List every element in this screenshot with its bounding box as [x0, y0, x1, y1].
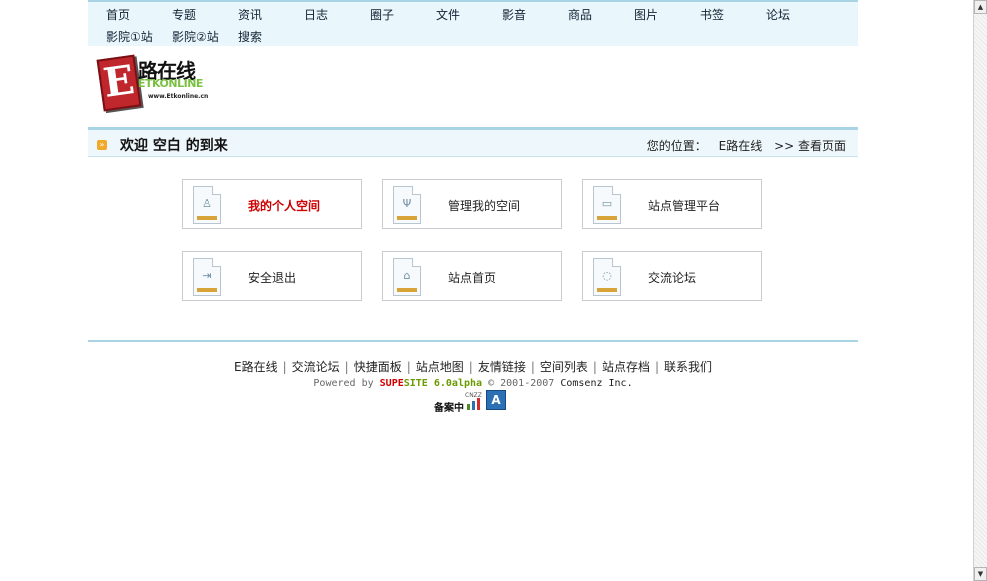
powered-by-line: Powered by SUPESITE 6.0alpha © 2001-2007… [88, 378, 858, 389]
footer-link-friend-links[interactable]: 友情链接 [478, 360, 526, 374]
logo-english-text: ETKONLINE [138, 77, 203, 90]
wrench-icon: Ψ [393, 186, 421, 224]
site-logo[interactable]: E 路在线 ETKONLINE www.Etkonline.cn [96, 53, 226, 113]
logo-e-mark: E [96, 54, 142, 112]
nav-item-media[interactable]: 影音 [502, 6, 526, 23]
forum-label: 交流论坛 [648, 271, 697, 285]
scroll-down-arrow-icon[interactable]: ▼ [974, 567, 987, 581]
nav-item-cinema-2[interactable]: 影院②站 [172, 28, 219, 45]
footer-link-sitemap[interactable]: 站点地图 [416, 360, 464, 374]
nav-item-goods[interactable]: 商品 [568, 6, 592, 23]
footer-divider [88, 340, 858, 342]
nav-item-home[interactable]: 首页 [106, 6, 130, 23]
vertical-scrollbar[interactable]: ▲ ▼ [973, 0, 987, 581]
brand-site[interactable]: SITE [404, 378, 428, 389]
footer-link-archive[interactable]: 站点存档 [602, 360, 650, 374]
nav-item-forum[interactable]: 论坛 [766, 6, 790, 23]
nav-item-cinema-1[interactable]: 影院①站 [106, 28, 153, 45]
brand-supe[interactable]: SUPE [380, 378, 404, 389]
breadcrumb: 您的位置： E路在线 >> 查看页面 [639, 137, 846, 154]
admin-panel-label: 站点管理平台 [648, 199, 721, 213]
breadcrumb-site-link[interactable]: E路在线 [719, 139, 763, 153]
powered-prefix: Powered by [313, 378, 374, 389]
scroll-up-arrow-icon[interactable]: ▲ [974, 0, 987, 14]
forum-card[interactable]: ◌ 交流论坛 [582, 251, 762, 301]
personal-space-card[interactable]: ♙ 我的个人空间 [182, 179, 362, 229]
breadcrumb-label: 您的位置： [646, 139, 707, 153]
top-nav: 首页 专题 资讯 日志 圈子 文件 影音 商品 图片 书签 论坛 影院①站 影院… [88, 0, 858, 46]
person-icon: ♙ [193, 186, 221, 224]
footer-link-forum[interactable]: 交流论坛 [292, 360, 340, 374]
welcome-title: 欢迎 空白 的到来 [120, 138, 228, 154]
company-link[interactable]: Comsenz Inc. [560, 378, 632, 389]
nav-item-images[interactable]: 图片 [634, 6, 658, 23]
footer-link-contact[interactable]: 联系我们 [664, 360, 712, 374]
cnzz-stats-icon[interactable]: CNZZ [465, 392, 482, 410]
manage-space-card[interactable]: Ψ 管理我的空间 [382, 179, 562, 229]
site-home-card[interactable]: ⌂ 站点首页 [382, 251, 562, 301]
site-home-label: 站点首页 [448, 271, 497, 285]
nav-item-topics[interactable]: 专题 [172, 6, 196, 23]
nav-item-bookmarks[interactable]: 书签 [700, 6, 724, 23]
panel-icon: ▭ [593, 186, 621, 224]
home-icon: ⌂ [393, 258, 421, 296]
logout-card[interactable]: ⇥ 安全退出 [182, 251, 362, 301]
nav-item-groups[interactable]: 圈子 [370, 6, 394, 23]
welcome-bar: » 欢迎 空白 的到来 您的位置： E路在线 >> 查看页面 [88, 127, 858, 157]
nav-item-blog[interactable]: 日志 [304, 6, 328, 23]
personal-space-label: 我的个人空间 [248, 199, 321, 213]
copyright-years: © 2001-2007 [488, 378, 555, 389]
exit-icon: ⇥ [193, 258, 221, 296]
brand-version: 6.0alpha [433, 378, 483, 389]
logo-url-text: www.Etkonline.cn [148, 93, 209, 100]
breadcrumb-current: >> 查看页面 [774, 139, 846, 153]
site-badge-icon[interactable]: A [486, 390, 506, 410]
nav-item-news[interactable]: 资讯 [238, 6, 262, 23]
footer-link-home[interactable]: E路在线 [234, 360, 278, 374]
chat-bubble-icon: ◌ [593, 258, 621, 296]
nav-item-files[interactable]: 文件 [436, 6, 460, 23]
manage-space-label: 管理我的空间 [448, 199, 521, 213]
logout-label: 安全退出 [248, 271, 297, 285]
footer-links: E路在线 | 交流论坛 | 快捷面板 | 站点地图 | 友情链接 | 空间列表 | 站点存档 | 联系我们 [233, 360, 713, 374]
arrow-bullet-icon: » [97, 140, 107, 150]
footer-link-quick-panel[interactable]: 快捷面板 [354, 360, 402, 374]
admin-panel-card[interactable]: ▭ 站点管理平台 [582, 179, 762, 229]
beian-text[interactable]: 备案中 [434, 399, 464, 414]
beian-row: 备案中 CNZZ A [434, 390, 514, 414]
nav-item-search[interactable]: 搜索 [238, 28, 262, 45]
footer-link-space-list[interactable]: 空间列表 [540, 360, 588, 374]
